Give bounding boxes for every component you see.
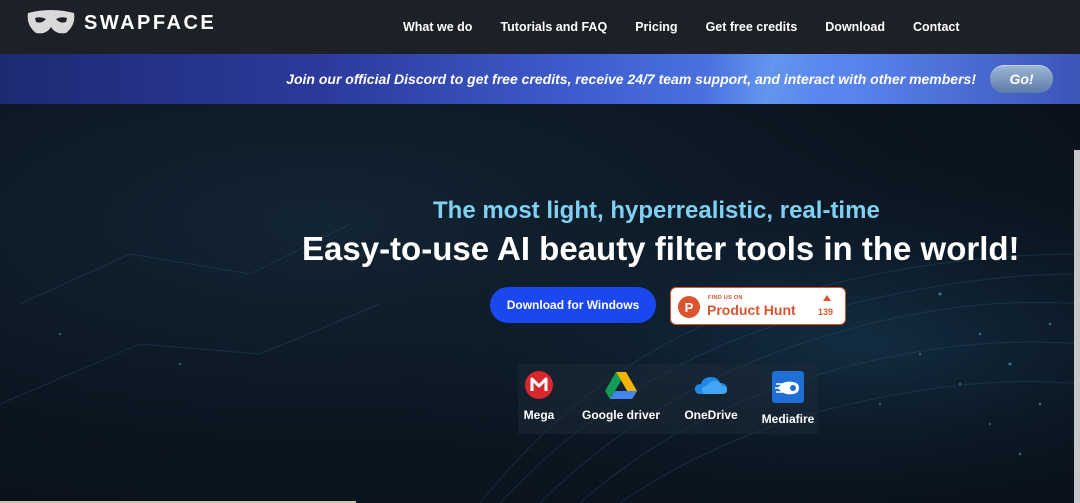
mirror-label: OneDrive bbox=[684, 408, 738, 422]
brand-name: SWAPFACE bbox=[84, 11, 217, 34]
mirror-mega[interactable]: Mega bbox=[522, 370, 556, 422]
nav-link-pricing[interactable]: Pricing bbox=[635, 20, 677, 34]
product-hunt-icon: P bbox=[678, 296, 700, 318]
mediafire-icon bbox=[772, 371, 804, 403]
brand-logo[interactable]: SWAPFACE bbox=[26, 9, 216, 37]
hero-headline: Easy-to-use AI beauty filter tools in th… bbox=[302, 230, 1020, 267]
google-drive-icon bbox=[605, 372, 637, 399]
discord-go-button[interactable]: Go! bbox=[990, 65, 1053, 93]
mirror-google-drive[interactable]: Google driver bbox=[582, 370, 660, 422]
discord-banner-text: Join our official Discord to get free cr… bbox=[286, 71, 976, 87]
nav-link-download[interactable]: Download bbox=[825, 20, 885, 34]
mirror-label: Google driver bbox=[581, 408, 661, 422]
mask-icon bbox=[27, 10, 75, 34]
mirror-onedrive[interactable]: OneDrive bbox=[683, 370, 739, 422]
mega-icon bbox=[525, 371, 553, 399]
mirror-label: Mega bbox=[523, 408, 555, 422]
nav-link-tutorials-faq[interactable]: Tutorials and FAQ bbox=[500, 20, 607, 34]
product-hunt-caption: FIND US ON bbox=[708, 295, 743, 301]
mirror-mediafire[interactable]: Mediafire bbox=[762, 370, 814, 426]
mirror-label: Mediafire bbox=[761, 412, 815, 426]
onedrive-icon bbox=[695, 377, 727, 394]
discord-banner: Join our official Discord to get free cr… bbox=[0, 54, 1080, 104]
nav-link-contact[interactable]: Contact bbox=[913, 20, 960, 34]
upvote-arrow-icon bbox=[823, 295, 831, 301]
nav-links: What we do Tutorials and FAQ Pricing Get… bbox=[403, 0, 988, 54]
nav-link-get-free-credits[interactable]: Get free credits bbox=[706, 20, 798, 34]
product-hunt-badge[interactable]: P FIND US ON Product Hunt 139 bbox=[670, 287, 846, 325]
product-hunt-upvotes: 139 bbox=[818, 307, 834, 317]
top-navbar: SWAPFACE What we do Tutorials and FAQ Pr… bbox=[0, 0, 1080, 54]
download-windows-button[interactable]: Download for Windows bbox=[490, 287, 656, 323]
hero-subtitle: The most light, hyperrealistic, real-tim… bbox=[433, 197, 880, 224]
product-hunt-name: Product Hunt bbox=[707, 302, 796, 318]
page-scrollbar[interactable] bbox=[1074, 150, 1080, 503]
nav-link-what-we-do[interactable]: What we do bbox=[403, 20, 472, 34]
